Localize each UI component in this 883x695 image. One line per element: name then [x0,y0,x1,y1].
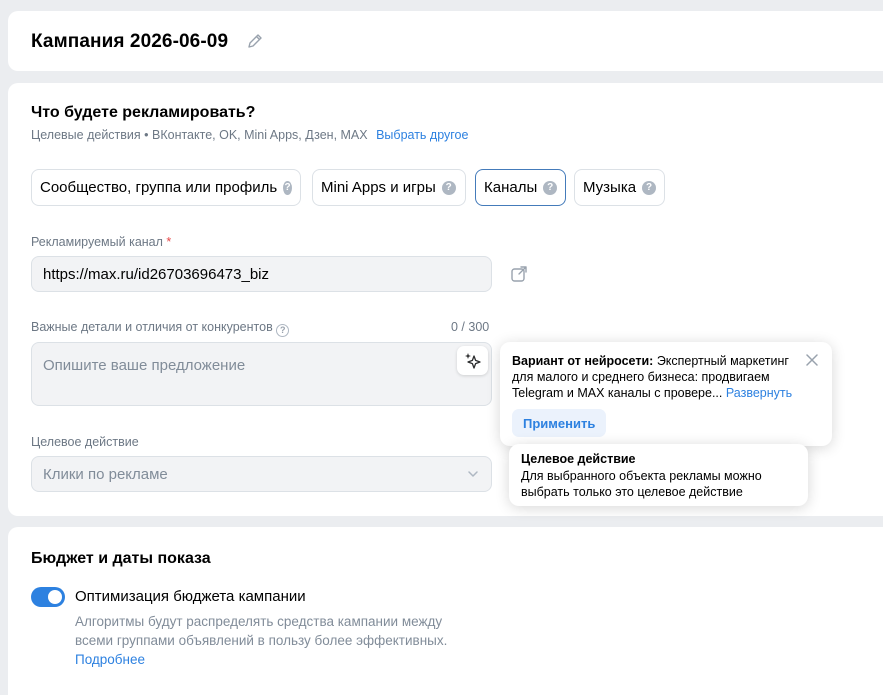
expand-link[interactable]: Развернуть [726,386,792,400]
toggle-knob [48,590,62,604]
budget-description-text: Алгоритмы будут распределять средства ка… [75,614,448,648]
question-icon[interactable]: ? [642,180,656,195]
question-icon[interactable]: ? [441,180,456,195]
question-icon[interactable]: ? [283,180,292,195]
target-action-label: Целевое действие [31,435,139,449]
chip-mini-apps[interactable]: Mini Apps и игры ? [312,169,466,206]
advertise-subtitle: Целевые действия • ВКонтакте, OK, Mini A… [31,128,468,142]
chip-community[interactable]: Сообщество, группа или профиль ? [31,169,301,206]
advertise-subtitle-text: Целевые действия • ВКонтакте, OK, Mini A… [31,128,368,142]
chip-mini-apps-label: Mini Apps и игры [321,179,436,196]
apply-button[interactable]: Применить [512,409,607,437]
target-action-hint: Целевое действие Для выбранного объекта … [509,444,808,506]
budget-optimization-description: Алгоритмы будут распределять средства ка… [75,612,465,669]
advertise-heading: Что будете рекламировать? [31,104,256,121]
ai-generate-button[interactable] [457,346,488,375]
pencil-icon[interactable] [246,32,264,50]
target-action-select[interactable]: Клики по рекламе [31,456,492,492]
details-label: Важные детали и отличия от конкурентов ? [31,320,290,337]
chip-music[interactable]: Музыка ? [574,169,665,206]
details-textarea[interactable]: Опишите ваше предложение [31,342,492,406]
ai-suggestion-popover: Вариант от нейросети: Экспертный маркети… [500,342,832,446]
close-icon[interactable] [806,354,818,366]
chip-channels[interactable]: Каналы ? [475,169,566,206]
hint-title: Целевое действие [521,452,636,466]
chip-channels-label: Каналы [484,179,538,196]
chip-music-label: Музыка [583,179,637,196]
channel-label: Рекламируемый канал * [31,235,171,249]
more-link[interactable]: Подробнее [75,652,145,667]
details-placeholder: Опишите ваше предложение [43,357,246,374]
campaign-title: Кампания 2026-06-09 [31,31,229,52]
chevron-down-icon [468,471,478,477]
ai-suggestion-prefix: Вариант от нейросети: [512,354,654,368]
details-counter: 0 / 300 [451,320,490,334]
budget-card: Бюджет и даты показа Оптимизация бюджета… [8,527,883,695]
channel-label-text: Рекламируемый канал [31,235,163,249]
ai-suggestion-text: Вариант от нейросети: Экспертный маркети… [512,353,802,401]
chip-community-label: Сообщество, группа или профиль [40,179,278,196]
budget-heading: Бюджет и даты показа [31,550,211,567]
channel-url-input[interactable]: https://max.ru/id26703696473_biz [31,256,492,292]
budget-optimization-label: Оптимизация бюджета кампании [75,588,306,605]
external-link-icon[interactable] [510,265,528,283]
sparkle-icon [464,352,481,369]
hint-text: Для выбранного объекта рекламы можно выб… [521,469,762,499]
question-icon[interactable]: ? [276,324,290,337]
details-label-text: Важные детали и отличия от конкурентов [31,320,273,334]
channel-url-value: https://max.ru/id26703696473_biz [43,265,269,283]
campaign-title-card: Кампания 2026-06-09 [8,11,883,71]
required-mark: * [166,235,172,249]
budget-optimization-toggle[interactable] [31,587,65,607]
question-icon[interactable]: ? [543,180,557,195]
target-action-value: Клики по рекламе [43,465,168,483]
change-object-link[interactable]: Выбрать другое [376,128,468,142]
